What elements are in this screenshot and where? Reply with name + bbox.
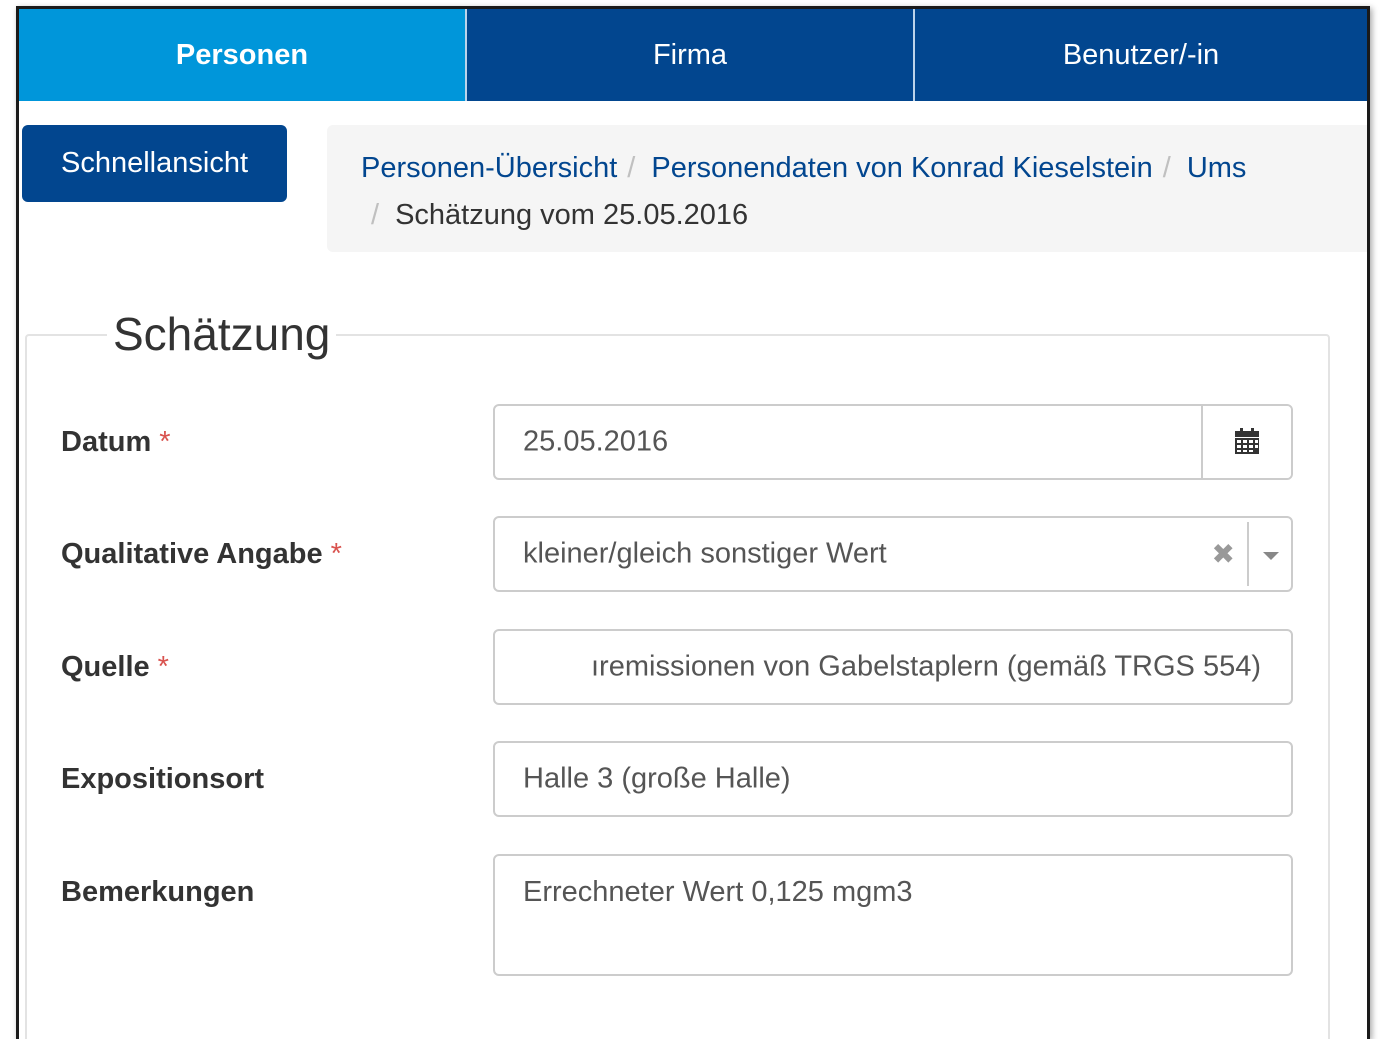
datum-label: Datum * bbox=[61, 424, 171, 460]
quelle-input[interactable]: ıremissionen von Gabelstaplern (gemäß TR… bbox=[493, 629, 1293, 705]
main-nav: Personen Firma Benutzer/-in bbox=[19, 9, 1367, 101]
qualitative-label-text: Qualitative Angabe bbox=[61, 538, 323, 570]
tab-benutzer[interactable]: Benutzer/-in bbox=[915, 9, 1367, 101]
quick-view-button[interactable]: Schnellansicht bbox=[22, 125, 287, 202]
breadcrumb-link-ums[interactable]: Ums bbox=[1187, 152, 1247, 184]
breadcrumb-separator: / bbox=[1162, 152, 1171, 184]
qualitative-select[interactable]: kleiner/gleich sonstiger Wert ✖ bbox=[493, 516, 1293, 592]
quelle-label-text: Quelle bbox=[61, 651, 150, 683]
expositionsort-input[interactable]: Halle 3 (große Halle) bbox=[493, 741, 1293, 817]
breadcrumb-current: Schätzung vom 25.05.2016 bbox=[395, 199, 749, 231]
clear-icon[interactable]: ✖ bbox=[1212, 538, 1235, 571]
breadcrumb: Personen-Übersicht / Personendaten von Kon… bbox=[327, 125, 1367, 252]
bemerkungen-label: Bemerkungen bbox=[61, 876, 255, 908]
tab-firma[interactable]: Firma bbox=[467, 9, 915, 101]
datum-value: 25.05.2016 bbox=[523, 425, 669, 458]
calendar-icon bbox=[1235, 428, 1259, 454]
datum-label-text: Datum bbox=[61, 426, 152, 458]
expositionsort-label: Expositionsort bbox=[61, 763, 265, 795]
quelle-value: ıremissionen von Gabelstaplern (gemäß TR… bbox=[591, 650, 1261, 683]
datum-input[interactable]: 25.05.2016 bbox=[493, 404, 1293, 480]
required-asterisk: * bbox=[159, 426, 171, 458]
breadcrumb-separator: / bbox=[371, 199, 380, 231]
breadcrumb-line-2: / Schätzung vom 25.05.2016 bbox=[361, 192, 1367, 239]
app-window: Personen Firma Benutzer/-in Schnellansic… bbox=[16, 6, 1370, 1039]
required-asterisk: * bbox=[330, 538, 342, 570]
required-asterisk: * bbox=[157, 651, 169, 683]
chevron-down-icon[interactable] bbox=[1263, 552, 1279, 560]
breadcrumb-link-persons-overview[interactable]: Personen-Übersicht bbox=[361, 152, 617, 184]
bemerkungen-value: Errechneter Wert 0,125 mgm3 bbox=[523, 876, 913, 908]
qualitative-value: kleiner/gleich sonstiger Wert bbox=[523, 537, 887, 570]
tab-personen[interactable]: Personen bbox=[19, 9, 467, 101]
bemerkungen-textarea[interactable]: Errechneter Wert 0,125 mgm3 bbox=[493, 854, 1293, 976]
top-bar: Schnellansicht Personen-Übersicht / Person… bbox=[19, 101, 1367, 271]
qualitative-label: Qualitative Angabe * bbox=[61, 536, 342, 572]
quelle-label: Quelle * bbox=[61, 649, 169, 685]
breadcrumb-link-person-data[interactable]: Personendaten von Konrad Kieselstein bbox=[651, 152, 1152, 184]
breadcrumb-separator: / bbox=[627, 152, 636, 184]
calendar-button[interactable] bbox=[1201, 406, 1291, 478]
expositionsort-value: Halle 3 (große Halle) bbox=[523, 762, 791, 795]
estimate-fieldset: Schätzung Datum * 25.05.2016 Qualitative… bbox=[25, 308, 1330, 1039]
select-divider bbox=[1247, 522, 1249, 586]
fieldset-legend: Schätzung bbox=[107, 308, 337, 360]
